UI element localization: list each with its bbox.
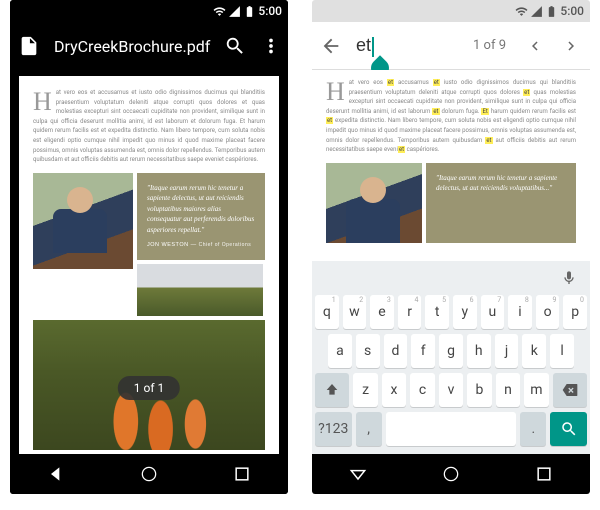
suggestion-bar [315, 265, 587, 295]
soft-keyboard: q1w2e3r4t5y6u7i8o9p0 asdfghjkl zxcvbnm ?… [312, 261, 590, 454]
battery-icon [545, 5, 558, 18]
signal-icon [530, 5, 543, 18]
app-bar-title: DryCreekBrochure.pdf [54, 37, 210, 56]
next-result-button[interactable] [560, 35, 582, 57]
key-v[interactable]: v [439, 373, 463, 407]
document-viewport[interactable]: H at vero eos et accusamus et iusto odio… [312, 70, 590, 261]
nav-back-ime-icon[interactable] [348, 464, 368, 484]
key-m[interactable]: m [524, 373, 548, 407]
key-r[interactable]: r4 [398, 295, 422, 329]
quote-box: "Itaque earum rerum hic tenetur a sapien… [137, 173, 265, 260]
nav-recents-icon[interactable] [534, 464, 554, 484]
nav-home-icon[interactable] [441, 464, 461, 484]
photo-farmer [326, 163, 422, 243]
photo-farmer [33, 173, 133, 269]
status-bar: 5:00 [312, 0, 590, 22]
key-k[interactable]: k [522, 334, 546, 368]
key-o[interactable]: o9 [536, 295, 560, 329]
document-viewport[interactable]: H at vero eos et accusamus et iusto odio… [10, 70, 288, 454]
text-caret [372, 37, 374, 57]
body-paragraph: H at vero eos et accusamus et iusto odio… [326, 78, 576, 155]
phone-right: 5:00 1 of 9 H at vero eos et accusamus e… [312, 0, 590, 494]
page-indicator: 1 of 1 [118, 376, 180, 400]
nav-back-icon[interactable] [46, 464, 66, 484]
status-time: 5:00 [560, 4, 584, 18]
key-z[interactable]: z [353, 373, 377, 407]
key-j[interactable]: j [495, 334, 519, 368]
backspace-key[interactable] [553, 373, 587, 407]
nav-home-icon[interactable] [139, 464, 159, 484]
key-d[interactable]: d [384, 334, 408, 368]
status-bar: 5:00 [10, 0, 288, 22]
key-p[interactable]: p0 [563, 295, 587, 329]
status-time: 5:00 [258, 4, 282, 18]
app-bar: DryCreekBrochure.pdf [10, 22, 288, 70]
key-a[interactable]: a [328, 334, 352, 368]
battery-icon [243, 5, 256, 18]
key-b[interactable]: b [467, 373, 491, 407]
search-icon[interactable] [224, 35, 246, 57]
key-x[interactable]: x [382, 373, 406, 407]
comma-key[interactable]: , [356, 412, 382, 446]
search-field[interactable] [356, 35, 459, 56]
wifi-icon [515, 5, 528, 18]
overflow-menu-icon[interactable] [260, 35, 282, 57]
space-key[interactable] [386, 412, 517, 446]
search-key[interactable] [550, 412, 587, 446]
search-app-bar: 1 of 9 [312, 22, 590, 70]
quote-box: "Itaque earum rerum hic tenetur a sapien… [426, 163, 576, 243]
key-u[interactable]: u7 [481, 295, 505, 329]
period-key[interactable]: . [520, 412, 546, 446]
pdf-page: H at vero eos et accusamus et iusto odio… [312, 70, 590, 261]
phone-left: 5:00 DryCreekBrochure.pdf H at vero eos … [10, 0, 288, 494]
wifi-icon [213, 5, 226, 18]
key-t[interactable]: t5 [425, 295, 449, 329]
prev-result-button[interactable] [524, 35, 546, 57]
search-result-counter: 1 of 9 [473, 38, 506, 53]
signal-icon [228, 5, 241, 18]
key-i[interactable]: i8 [508, 295, 532, 329]
nav-recents-icon[interactable] [232, 464, 252, 484]
dropcap: H [326, 80, 345, 103]
photo-vineyard [137, 264, 263, 316]
key-y[interactable]: y6 [453, 295, 477, 329]
pdf-file-icon [18, 35, 40, 57]
key-e[interactable]: e3 [370, 295, 394, 329]
key-c[interactable]: c [410, 373, 434, 407]
mic-icon[interactable] [561, 270, 577, 290]
key-f[interactable]: f [411, 334, 435, 368]
shift-key[interactable] [315, 373, 349, 407]
key-g[interactable]: g [439, 334, 463, 368]
nav-bar [312, 454, 590, 494]
key-w[interactable]: w2 [343, 295, 367, 329]
key-q[interactable]: q1 [315, 295, 339, 329]
dropcap: H [33, 90, 52, 113]
key-h[interactable]: h [467, 334, 491, 368]
key-n[interactable]: n [496, 373, 520, 407]
key-l[interactable]: l [550, 334, 574, 368]
symbols-key[interactable]: ?123 [315, 412, 352, 446]
nav-bar [10, 454, 288, 494]
key-s[interactable]: s [356, 334, 380, 368]
body-paragraph: H at vero eos et accusamus et iusto odio… [33, 88, 265, 165]
back-arrow-icon[interactable] [320, 35, 342, 57]
